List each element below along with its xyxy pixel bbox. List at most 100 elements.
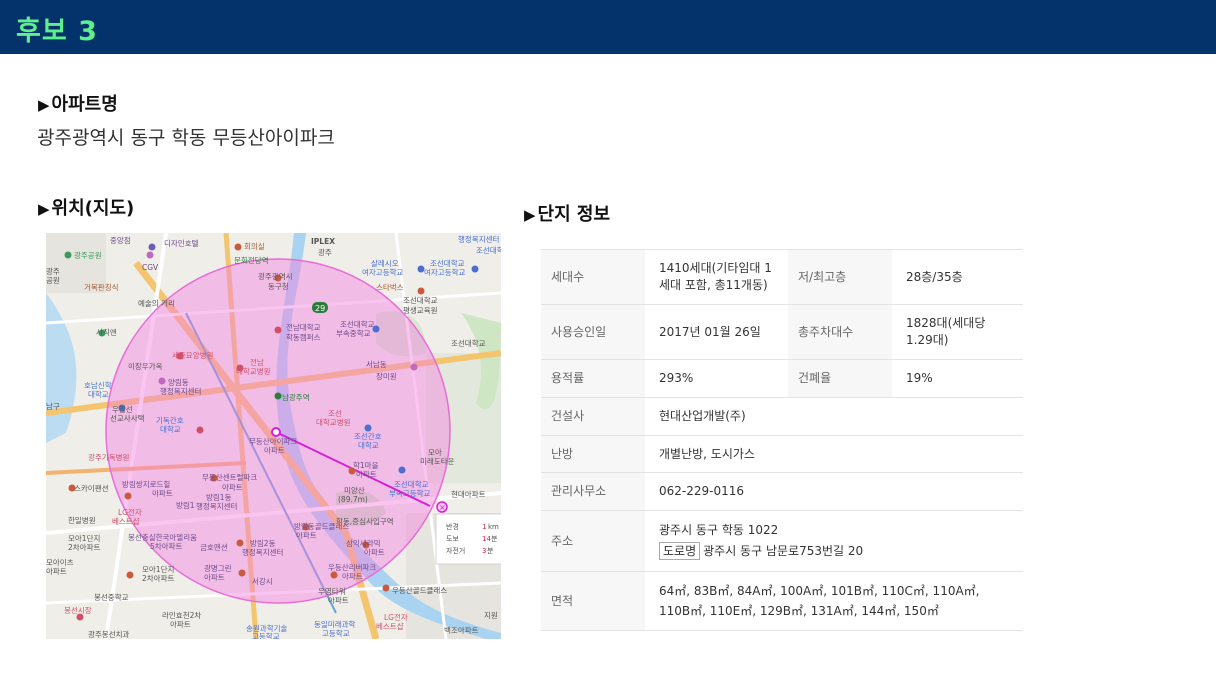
map-label: 광주기독병원 bbox=[88, 452, 129, 462]
map-label: 기독간호 bbox=[156, 415, 184, 425]
parking-label: 총주차대수 bbox=[788, 304, 892, 360]
poi-pin-icon bbox=[398, 466, 406, 474]
map-label: 모아 bbox=[428, 447, 442, 457]
map-label: 방림1동 bbox=[206, 492, 232, 502]
map-label: 행정복지센터 bbox=[458, 234, 499, 244]
map-label: 봉선시장 bbox=[64, 605, 92, 615]
map-label: 디자인호텔 bbox=[164, 238, 199, 248]
area-value: 64㎡, 83B㎡, 84A㎡, 100A㎡, 101B㎡, 110C㎡, 11… bbox=[659, 584, 980, 618]
poi-pin-icon bbox=[126, 571, 134, 579]
map-label: 행정복지센터 bbox=[196, 501, 237, 511]
map-label: 아파트 bbox=[170, 619, 191, 629]
map-label: 서남동 bbox=[366, 360, 387, 369]
map-label: 공원 bbox=[46, 276, 60, 285]
map-label: 라인효천2차 bbox=[162, 610, 201, 620]
map-label: 2차아파트 bbox=[142, 573, 174, 583]
table-row: 세대수 1410세대(기타임대 1세대 포함, 총11개동) 저/최고층 28층… bbox=[541, 249, 1023, 305]
map-label: 봉선충실한국아델리움 bbox=[128, 532, 197, 542]
map-label: 아파트 bbox=[342, 571, 363, 581]
map-label: 무등산센트럴파크 bbox=[202, 472, 257, 482]
popup-value: 1 bbox=[482, 523, 486, 531]
table-row: 사용승인일 2017년 01월 26일 총주차대수 1828대(세대당 1.29… bbox=[541, 304, 1023, 360]
map-label: 행정복지센터 bbox=[242, 547, 283, 557]
map-label: 대학교병원 bbox=[236, 366, 271, 376]
poi-pin-icon bbox=[330, 571, 338, 579]
popup-value: 3 bbox=[482, 547, 486, 555]
poi-pin-icon bbox=[124, 492, 132, 500]
map-label: 한일병원 bbox=[68, 516, 96, 525]
poi-pin-icon bbox=[196, 426, 204, 434]
poi-pin-icon bbox=[274, 326, 282, 334]
triangle-bullet-icon: ▶ bbox=[38, 200, 50, 218]
map-label: 방림2동 bbox=[250, 538, 276, 548]
map-label: 우등산리버파크 bbox=[328, 562, 376, 572]
road-name-tag: 도로명 bbox=[659, 542, 701, 560]
approval-date-value: 2017년 01월 26일 bbox=[659, 324, 761, 339]
address-road-line: 도로명 광주시 동구 남문로753번길 20 bbox=[659, 542, 1009, 560]
triangle-bullet-icon: ▶ bbox=[524, 206, 536, 224]
location-heading: ▶ 위치(지도) bbox=[38, 194, 134, 220]
poi-pin-icon bbox=[236, 539, 244, 547]
map-label: 대학교병원 bbox=[316, 417, 351, 427]
map-label: 모아1단지 bbox=[68, 533, 100, 543]
map-label: 아파트 bbox=[152, 488, 173, 498]
map-label: 사직앤 bbox=[96, 327, 117, 337]
poi-pin-icon bbox=[238, 569, 246, 577]
map-label: 스카이팬션 bbox=[74, 483, 109, 493]
table-row: 난방 개별난방, 도시가스 bbox=[541, 435, 1023, 473]
map-label: 방림1 bbox=[176, 500, 195, 510]
map-label: 양림동 bbox=[168, 378, 189, 387]
map-label: 삼익세라믹 bbox=[346, 538, 381, 548]
popup-unit: 분 bbox=[487, 547, 494, 555]
apartment-heading: ▶ 아파트명 bbox=[38, 90, 118, 116]
map-label: 살레시오 bbox=[371, 259, 399, 268]
map-label: 평생교육원 bbox=[403, 305, 438, 315]
map-label: 고등학교 bbox=[252, 631, 280, 639]
map-label: 호남신학 bbox=[84, 380, 112, 390]
map-label: 여자고등학교 bbox=[362, 267, 403, 277]
popup-unit: 분 bbox=[491, 535, 498, 543]
map-label: 동구청 bbox=[268, 282, 289, 291]
map-label: 전남 bbox=[250, 357, 264, 367]
heating-label: 난방 bbox=[541, 435, 645, 473]
map-label: 아파트 bbox=[46, 566, 67, 576]
center-marker bbox=[271, 427, 281, 437]
map-label: 서강시 bbox=[252, 576, 273, 586]
builder-label: 건설사 bbox=[541, 397, 645, 436]
map-label: 5차아파트 bbox=[150, 541, 182, 551]
office-label: 관리사무소 bbox=[541, 472, 645, 511]
map-label: 우영타워 bbox=[318, 586, 346, 596]
location-map[interactable]: × 29 중앙점 디자인호텔 회의실 IPLEX 행정복지센터 광주공원 CGV… bbox=[46, 233, 501, 639]
map-label: CGV bbox=[142, 263, 159, 272]
map-label: 광주봉선치과 bbox=[88, 629, 129, 639]
complex-heading: ▶ 단지 정보 bbox=[524, 200, 610, 226]
map-label: 중앙점 bbox=[110, 235, 131, 245]
map-label: 광주 bbox=[46, 266, 60, 276]
poi-pin-icon bbox=[146, 251, 154, 259]
map-label: 고등학교 bbox=[322, 628, 350, 638]
map-label: 아파트 bbox=[356, 469, 377, 479]
households-label: 세대수 bbox=[541, 249, 645, 305]
map-label: 거목판칭식 bbox=[84, 283, 119, 292]
road-badge-label: 29 bbox=[315, 304, 325, 313]
map-label: 봉선중학교 bbox=[94, 592, 129, 602]
table-row: 용적률 293% 건폐율 19% bbox=[541, 359, 1023, 398]
map-label: 광주공원 bbox=[74, 250, 102, 260]
complex-heading-label: 단지 정보 bbox=[537, 204, 611, 225]
map-label: 행정복지센터 bbox=[160, 386, 201, 396]
office-phone: 062-229-0116 bbox=[659, 484, 745, 498]
map-label: 학동캠퍼스 bbox=[286, 332, 321, 342]
poi-pin-icon bbox=[158, 377, 166, 385]
map-label: 남구 bbox=[46, 402, 60, 411]
map-label: LG전자 bbox=[118, 507, 142, 517]
households-value: 1410세대(기타임대 1세대 포함, 총11개동) bbox=[659, 261, 772, 292]
map-label: 조선대학교 bbox=[394, 479, 429, 489]
map-label: 모아1단지 bbox=[142, 564, 174, 574]
address-value: 광주시 동구 학동 1022 도로명 광주시 동구 남문로753번길 20 bbox=[645, 511, 1023, 572]
popup-unit: km bbox=[488, 523, 499, 531]
map-label: 무등산아이파크 bbox=[249, 436, 297, 446]
poi-pin-icon bbox=[471, 265, 479, 273]
map-label: 대학교 bbox=[88, 389, 109, 399]
map-label: 아파트 bbox=[204, 572, 225, 582]
builder-value: 현대산업개발(주) bbox=[659, 409, 746, 423]
